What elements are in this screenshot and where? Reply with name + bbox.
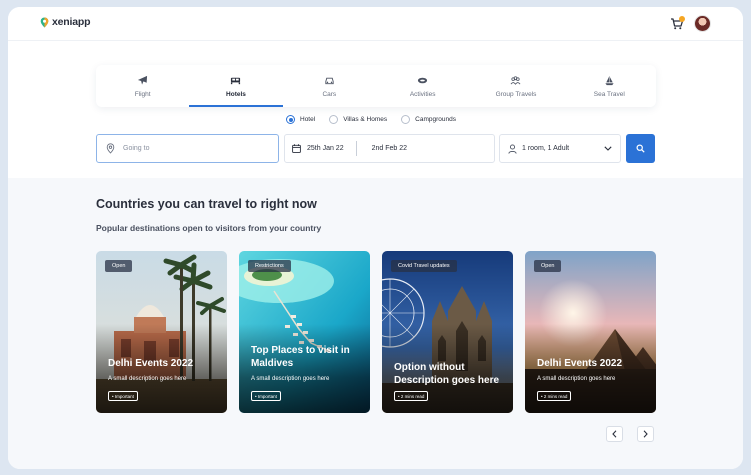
card-overlay xyxy=(525,251,656,413)
card-title: Option without Description goes here xyxy=(394,362,500,386)
radio-label: Campgrounds xyxy=(415,116,456,123)
radio-label: Hotel xyxy=(300,116,316,123)
tab-label: Activities xyxy=(409,90,436,98)
destination-card[interactable]: Open Delhi Events 2022 A small descripti… xyxy=(96,251,227,413)
radio-hotel[interactable]: Hotel xyxy=(286,115,315,124)
destination-card[interactable]: Restrictions Top Places to visit in Mald… xyxy=(239,251,370,413)
destination-input[interactable]: Going to xyxy=(96,134,279,163)
radio-button[interactable] xyxy=(286,115,295,124)
chevron-left-icon xyxy=(612,430,617,438)
tab-label: Group Travels xyxy=(495,90,537,98)
destination-card[interactable]: Covid Travel updates Option without Desc… xyxy=(382,251,513,413)
guests-value: 1 room, 1 Adult xyxy=(522,145,570,152)
user-avatar[interactable] xyxy=(694,15,711,32)
card-overlay xyxy=(239,251,370,413)
radio-label: Villas & Homes xyxy=(343,116,388,123)
location-pin-icon xyxy=(106,143,115,154)
check-out-date[interactable]: 2nd Feb 22 xyxy=(372,145,407,152)
card-title: Delhi Events 2022 xyxy=(537,358,623,369)
date-divider xyxy=(355,141,357,156)
destination-placeholder: Going to xyxy=(123,145,150,152)
card-title: Top Places to visit in Maldives xyxy=(251,345,350,369)
group-icon xyxy=(511,75,521,85)
tab-activities[interactable]: Activities xyxy=(376,65,469,107)
app-name: xeniapp xyxy=(52,16,91,28)
tab-label: Cars xyxy=(322,90,337,98)
card-tag: • Important xyxy=(108,391,138,401)
card-description: A small description goes here xyxy=(537,376,616,382)
tab-label: Flight xyxy=(134,90,151,98)
radio-campgrounds[interactable]: Campgrounds xyxy=(401,115,456,124)
bed-icon xyxy=(231,77,241,84)
radio-button[interactable] xyxy=(401,115,411,124)
destination-cards: Open Delhi Events 2022 A small descripti… xyxy=(96,251,656,413)
travel-type-tabs: Flight Hotels Cars Activities Group Trav… xyxy=(96,65,656,107)
logo[interactable]: xeniapp xyxy=(40,16,90,28)
location-pin-logo-icon xyxy=(40,17,49,27)
card-tag: • Important xyxy=(251,391,281,401)
card-description: A small description goes here xyxy=(108,376,187,382)
tab-group-travels[interactable]: Group Travels xyxy=(469,65,562,107)
status-badge: Open xyxy=(534,260,562,272)
car-icon xyxy=(325,77,334,84)
tab-hotels[interactable]: Hotels xyxy=(189,65,283,107)
tab-sea-travel[interactable]: Sea Travel xyxy=(563,65,656,107)
chevron-right-icon xyxy=(643,430,648,438)
tab-label: Hotels xyxy=(226,90,246,98)
chevron-down-icon xyxy=(604,146,612,151)
search-button[interactable] xyxy=(626,134,655,163)
destination-card[interactable]: Open Delhi Events 2022 A small descripti… xyxy=(525,251,656,413)
status-badge: Open xyxy=(105,260,133,272)
date-range-picker[interactable]: 25th Jan 22 2nd Feb 22 xyxy=(284,134,495,163)
app-window: xeniapp Flight Hotels Cars Activities Gr… xyxy=(8,7,743,469)
radio-button[interactable] xyxy=(329,115,339,124)
calendar-icon xyxy=(292,144,301,153)
tab-flight[interactable]: Flight xyxy=(96,65,189,107)
section-subtitle: Popular destinations open to visitors fr… xyxy=(96,223,322,233)
airplane-icon xyxy=(138,75,148,85)
card-overlay xyxy=(382,251,513,413)
radio-villas-homes[interactable]: Villas & Homes xyxy=(329,115,387,124)
previous-button[interactable] xyxy=(606,426,623,442)
section-title: Countries you can travel to right now xyxy=(96,197,317,211)
card-title: Delhi Events 2022 xyxy=(108,358,194,369)
next-button[interactable] xyxy=(637,426,654,442)
status-badge: Restrictions xyxy=(248,260,291,272)
card-tag: • 2 mins read xyxy=(537,391,572,401)
ticket-icon xyxy=(418,77,428,83)
cart-badge xyxy=(679,16,685,22)
card-description: A small description goes here xyxy=(251,376,330,382)
status-badge: Covid Travel updates xyxy=(391,260,457,272)
person-icon xyxy=(508,143,517,154)
tab-label: Sea Travel xyxy=(593,90,625,98)
check-in-date[interactable]: 25th Jan 22 xyxy=(307,145,344,152)
card-tag: • 2 mins read xyxy=(394,391,429,401)
guests-select[interactable]: 1 room, 1 Adult xyxy=(499,134,621,163)
tab-cars[interactable]: Cars xyxy=(283,65,376,107)
top-bar: xeniapp xyxy=(8,7,743,41)
sailboat-icon xyxy=(605,75,614,85)
stay-type-options: Hotel Villas & Homes Campgrounds xyxy=(286,115,456,124)
card-overlay xyxy=(96,251,227,413)
search-icon xyxy=(636,144,645,153)
